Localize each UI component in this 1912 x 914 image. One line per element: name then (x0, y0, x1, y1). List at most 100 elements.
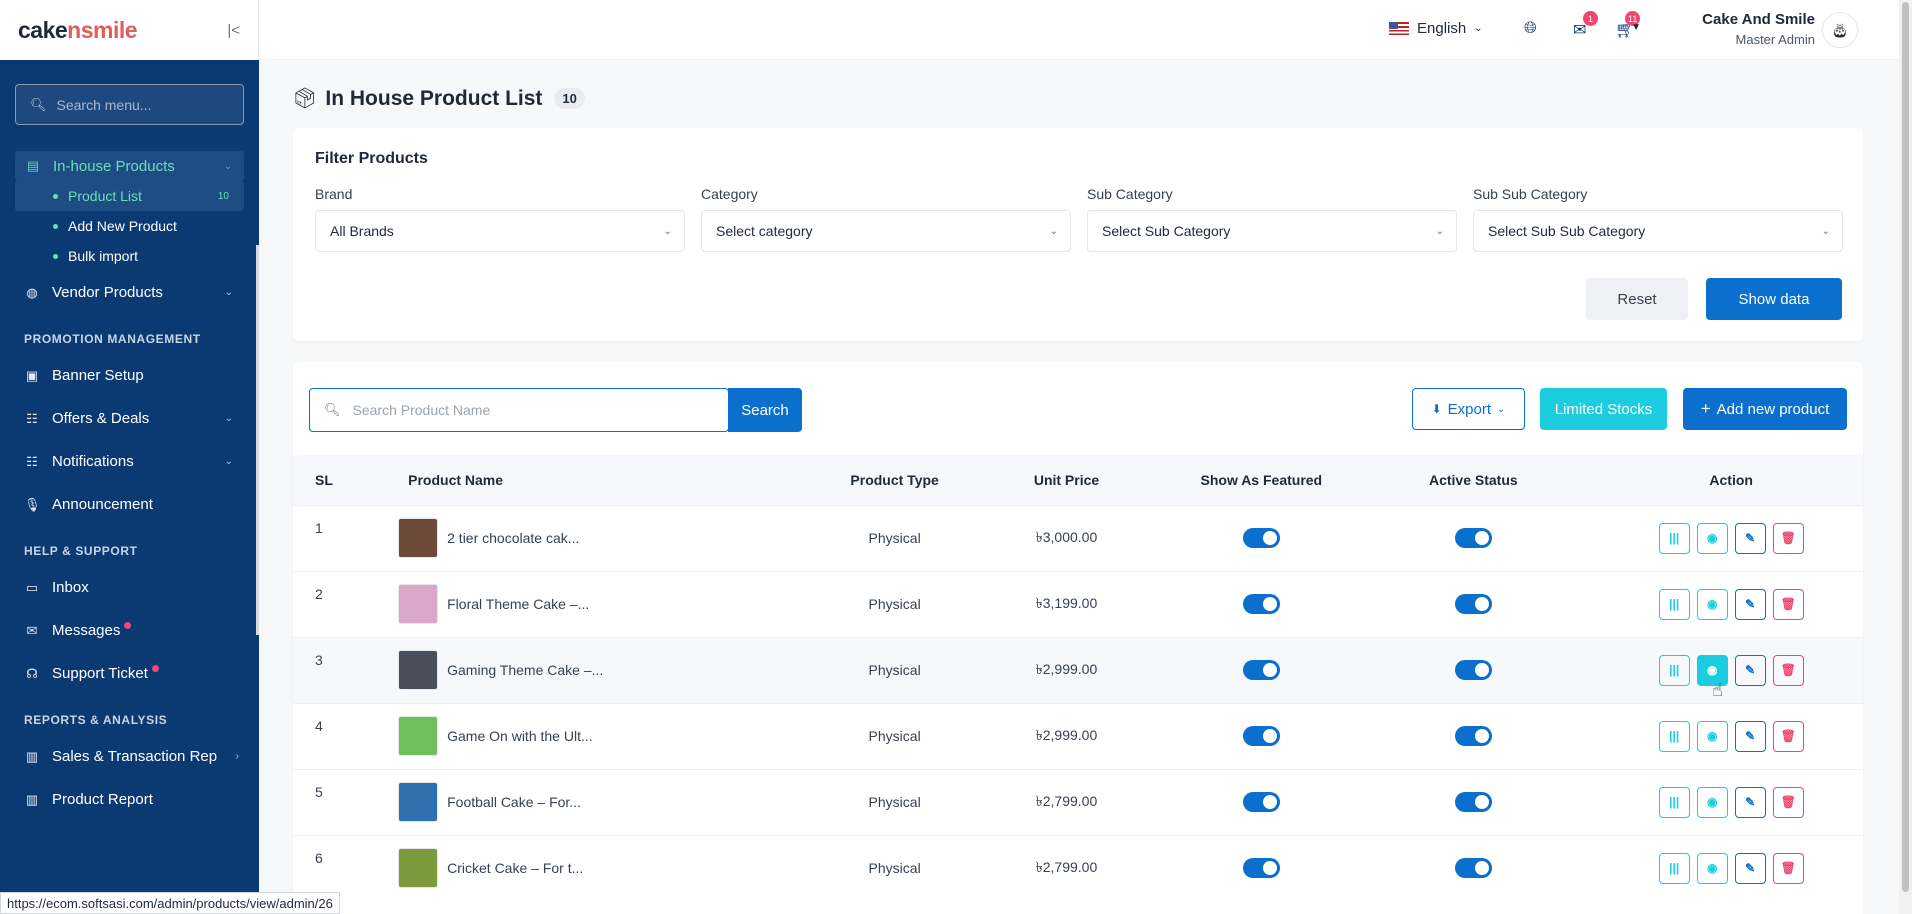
delete-button[interactable]: 🗑︎ (1772, 588, 1804, 620)
brand-select[interactable]: All Brands ⌄ (315, 210, 685, 252)
sidebar-item-inbox[interactable]: ▭ Inbox (0, 566, 259, 609)
menu-search-placeholder: Search menu... (56, 96, 152, 113)
row-product-type: Physical (831, 504, 958, 571)
barcode-button[interactable]: ||| (1658, 786, 1690, 818)
product-thumbnail[interactable] (398, 848, 439, 889)
delete-button[interactable]: 🗑︎ (1772, 720, 1804, 752)
product-thumbnail[interactable] (398, 650, 439, 690)
sidebar-subitem-product-list[interactable]: Product List 10 (15, 181, 244, 211)
mail-icon[interactable]: ✉︎ 1 (1573, 11, 1598, 40)
view-button[interactable]: ◉ (1696, 786, 1728, 818)
active-status-toggle[interactable] (1454, 726, 1492, 746)
barcode-icon: ||| (1669, 795, 1680, 809)
product-name-link[interactable]: Game On with the Ult... (447, 728, 593, 744)
barcode-button[interactable]: ||| (1658, 852, 1690, 884)
edit-button[interactable]: ✎ (1734, 522, 1766, 554)
barcode-button[interactable]: ||| (1658, 522, 1690, 554)
sidebar-item-offers-deals[interactable]: ☷ Offers & Deals ⌄ (0, 397, 259, 440)
limited-stocks-button[interactable]: Limited Stocks (1540, 388, 1667, 430)
barcode-icon: ||| (1669, 861, 1680, 876)
row-featured-cell (1175, 768, 1348, 835)
barcode-button[interactable]: ||| (1658, 654, 1690, 686)
view-button[interactable]: ◉ (1696, 720, 1728, 752)
sidebar-subitem-bulk-import[interactable]: Bulk import (15, 241, 244, 271)
pencil-icon: ✎ (1745, 729, 1756, 743)
chart-icon: ▥ (25, 748, 39, 764)
featured-toggle[interactable] (1242, 528, 1280, 548)
export-button[interactable]: ⬇ Export ⌄ (1412, 388, 1525, 430)
delete-button[interactable]: 🗑︎ (1772, 786, 1804, 818)
microphone-icon: 🎙︎ (24, 496, 41, 512)
active-status-toggle[interactable] (1454, 660, 1492, 680)
chevron-down-icon: ⌄ (1435, 225, 1444, 237)
featured-toggle[interactable] (1242, 594, 1280, 614)
product-name-link[interactable]: Football Cake – For... (447, 794, 581, 810)
barcode-button[interactable]: ||| (1658, 588, 1690, 620)
product-thumbnail[interactable] (398, 518, 439, 558)
edit-button[interactable]: ✎ (1734, 654, 1766, 686)
sidebar-item-product-report[interactable]: ▥ Product Report (0, 778, 259, 821)
product-name-link[interactable]: Cricket Cake – For t... (447, 860, 583, 876)
product-search-input[interactable]: 🔍︎ Search Product Name (309, 388, 729, 432)
edit-button[interactable]: ✎ (1734, 852, 1766, 884)
sub-category-select[interactable]: Select Sub Category ⌄ (1087, 210, 1457, 252)
row-product-type: Physical (831, 570, 958, 637)
in-house-submenu: Product List 10 Add New Product Bulk imp… (15, 181, 244, 271)
view-button[interactable]: ◉ (1696, 522, 1728, 554)
sidebar-item-notifications[interactable]: ☷ Notifications ⌄ (0, 440, 259, 483)
active-status-toggle[interactable] (1454, 528, 1492, 548)
globe-icon[interactable]: 🌐︎ (1524, 20, 1537, 38)
show-data-button[interactable]: Show data (1706, 278, 1842, 320)
edit-button[interactable]: ✎ (1734, 588, 1766, 620)
brand-filter: Brand All Brands ⌄ (315, 186, 685, 252)
menu-search-input[interactable]: 🔍︎ Search menu... (15, 84, 244, 125)
row-product-name-cell: 2 tier chocolate cak... (396, 504, 832, 571)
sidebar-item-vendor-products[interactable]: ◍ Vendor Products ⌄ (0, 271, 259, 314)
category-select[interactable]: Select category ⌄ (701, 210, 1071, 252)
column-header-unit-price: Unit Price (1033, 471, 1100, 488)
caret-down-icon[interactable]: ▼ (1631, 22, 1641, 33)
sidebar-item-banner-setup[interactable]: ▣ Banner Setup (0, 354, 259, 397)
language-label: English (1417, 20, 1467, 37)
active-status-toggle[interactable] (1454, 858, 1492, 879)
product-name-link[interactable]: Floral Theme Cake –... (447, 596, 589, 612)
active-status-toggle[interactable] (1454, 792, 1492, 812)
active-status-toggle[interactable] (1454, 594, 1492, 614)
featured-toggle[interactable] (1242, 726, 1280, 746)
avatar[interactable]: 🎂︎ (1822, 12, 1858, 48)
delete-button[interactable]: 🗑︎ (1772, 852, 1804, 884)
language-selector[interactable]: English ⌄ (1389, 20, 1483, 37)
row-product-type: Physical (831, 834, 958, 901)
sidebar-scrollbar[interactable] (256, 245, 259, 635)
featured-toggle[interactable] (1242, 792, 1280, 812)
delete-button[interactable]: 🗑︎ (1772, 654, 1804, 686)
product-thumbnail[interactable] (398, 716, 439, 756)
featured-toggle[interactable] (1242, 660, 1280, 680)
sidebar-item-in-house-products[interactable]: ▤ In-house Products ⌄ (15, 151, 244, 181)
product-thumbnail[interactable] (398, 782, 439, 822)
product-name-link[interactable]: 2 tier chocolate cak... (447, 530, 579, 546)
featured-toggle[interactable] (1242, 858, 1280, 879)
sidebar-item-messages[interactable]: ✉︎ Messages (0, 609, 259, 652)
sidebar-item-support-ticket[interactable]: ☊ Support Ticket (0, 652, 259, 695)
view-button[interactable]: ◉ (1696, 852, 1728, 884)
message-icon: ✉︎ (26, 622, 38, 638)
view-button[interactable]: ◉ (1696, 588, 1728, 620)
reset-button[interactable]: Reset (1586, 278, 1688, 320)
sub-sub-category-select[interactable]: Select Sub Sub Category ⌄ (1473, 210, 1843, 252)
add-new-product-button[interactable]: + Add new product (1683, 388, 1847, 430)
barcode-button[interactable]: ||| (1658, 720, 1690, 752)
logo[interactable]: cakensmile (18, 17, 138, 44)
delete-button[interactable]: 🗑︎ (1772, 522, 1804, 554)
product-name-link[interactable]: Gaming Theme Cake –... (447, 662, 603, 678)
edit-button[interactable]: ✎ (1734, 786, 1766, 818)
sidebar-subitem-add-new-product[interactable]: Add New Product (15, 211, 244, 241)
user-menu[interactable]: Cake And Smile Master Admin (1702, 11, 1815, 47)
search-button[interactable]: Search (728, 388, 802, 432)
sidebar-item-announcement[interactable]: 🎙︎ Announcement (0, 483, 259, 526)
page-scrollbar[interactable] (1899, 0, 1912, 914)
collapse-sidebar-icon[interactable]: |< (227, 22, 240, 39)
edit-button[interactable]: ✎ (1734, 720, 1766, 752)
sidebar-item-sales-report[interactable]: ▥ Sales & Transaction Rep › (0, 735, 259, 778)
product-thumbnail[interactable] (398, 584, 439, 624)
